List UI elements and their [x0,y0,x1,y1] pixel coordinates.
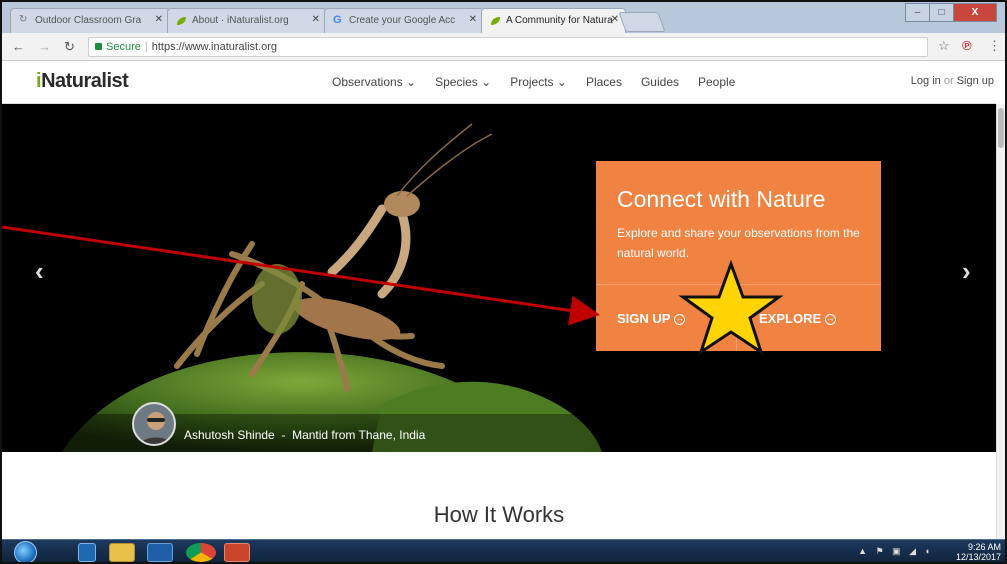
back-arrow-icon[interactable]: ← [12,39,25,54]
how-it-works-section: How It Works [2,452,996,539]
leaf-icon [491,17,500,25]
tab-outdoor-classroom[interactable]: ↻ Outdoor Classroom Gra ✕ [10,8,170,33]
tab-inaturalist-community[interactable]: A Community for Natura ✕ [481,8,626,33]
cta-title: Connect with Nature [617,186,826,212]
tab-google-account[interactable]: G Create your Google Acc ✕ [324,8,484,33]
clock[interactable]: 9:26 AM 12/13/2017 [956,542,1001,562]
inaturalist-logo[interactable]: iNaturalist [36,70,129,93]
section-title: How It Works [433,502,565,527]
scrollbar-thumb[interactable] [998,108,1004,148]
leaf-icon [177,17,186,25]
cta-subtitle: Explore and share your observations from… [617,226,860,260]
reload-icon[interactable]: ↻ [64,39,75,55]
page-scrollbar[interactable] [996,104,1005,539]
chrome-icon[interactable] [186,543,216,562]
tab-about-inaturalist[interactable]: About · iNaturalist.org ✕ [167,8,327,33]
outlook-icon[interactable] [147,543,173,562]
google-icon: G [333,14,342,26]
site-header: iNaturalist Observations ⌄ Species ⌄ Pro… [2,61,996,104]
divider [596,284,881,285]
avatar[interactable] [132,402,176,446]
carousel-next-arrow[interactable]: › [962,256,971,287]
photographer-name[interactable]: Ashutosh Shinde [184,428,275,442]
powerpoint-icon[interactable] [224,543,250,562]
signup-link[interactable]: Sign up [957,75,994,87]
media-player-icon[interactable] [78,543,96,562]
menu-kebab-icon[interactable]: ⋮ [988,38,1001,54]
main-nav: Observations ⌄ Species ⌄ Projects ⌄ Plac… [332,75,754,89]
windows-start-icon[interactable] [14,541,37,562]
carousel-prev-arrow[interactable]: ‹ [35,256,44,287]
address-bar[interactable]: Secure | https://www.inaturalist.org [88,37,928,57]
browser-toolbar: ← → ↻ Secure | https://www.inaturalist.org… [2,33,1005,61]
close-icon[interactable]: ✕ [155,14,163,25]
nav-people[interactable]: People [698,75,735,89]
close-window-button[interactable]: X [953,3,997,22]
nav-species[interactable]: Species ⌄ [435,75,491,89]
windows-taskbar: ▲ ⚑ ▣ ◢ ◖ 9:26 AM 12/13/2017 [2,539,1005,562]
nav-places[interactable]: Places [586,75,622,89]
nav-observations[interactable]: Observations ⌄ [332,75,416,89]
auth-links: Log in or Sign up [910,75,994,87]
sync-icon: ↻ [19,14,28,25]
pinterest-icon[interactable]: ℗ [962,38,972,53]
close-icon[interactable]: ✕ [312,14,320,25]
url-text: https://www.inaturalist.org [151,41,278,53]
signup-button[interactable]: SIGN UP → [617,311,686,326]
connect-panel: Connect with Nature Explore and share yo… [596,161,881,351]
photo-title[interactable]: Mantid from Thane, India [292,428,425,442]
system-tray-icons[interactable]: ▲ ⚑ ▣ ◢ ◖ [858,546,933,557]
browser-tab-strip: ↻ Outdoor Classroom Gra ✕ About · iNatur… [2,2,1005,33]
close-icon[interactable]: ✕ [611,14,619,25]
minimize-button[interactable]: – [905,3,930,22]
arrow-circle-icon: → [674,314,686,326]
hero-carousel: ‹ › Connect with Nature Explore and shar… [2,104,996,452]
arrow-circle-icon: → [825,314,837,326]
close-icon[interactable]: ✕ [469,14,477,25]
folder-icon[interactable] [109,543,135,562]
explore-button[interactable]: EXPLORE → [759,311,837,326]
star-bookmark-icon[interactable]: ☆ [938,38,950,54]
maximize-button[interactable]: □ [929,3,954,22]
forward-arrow-icon[interactable]: → [38,39,51,54]
nav-projects[interactable]: Projects ⌄ [510,75,567,89]
lock-icon [95,43,102,50]
login-link[interactable]: Log in [911,75,941,87]
window-controls: – □ X [905,3,997,23]
divider [736,285,737,351]
new-tab-button[interactable] [618,12,666,32]
photo-credit: Ashutosh Shinde - Mantid from Thane, Ind… [184,428,426,442]
screenshot: ↻ Outdoor Classroom Gra ✕ About · iNatur… [0,0,1007,564]
nav-guides[interactable]: Guides [641,75,679,89]
